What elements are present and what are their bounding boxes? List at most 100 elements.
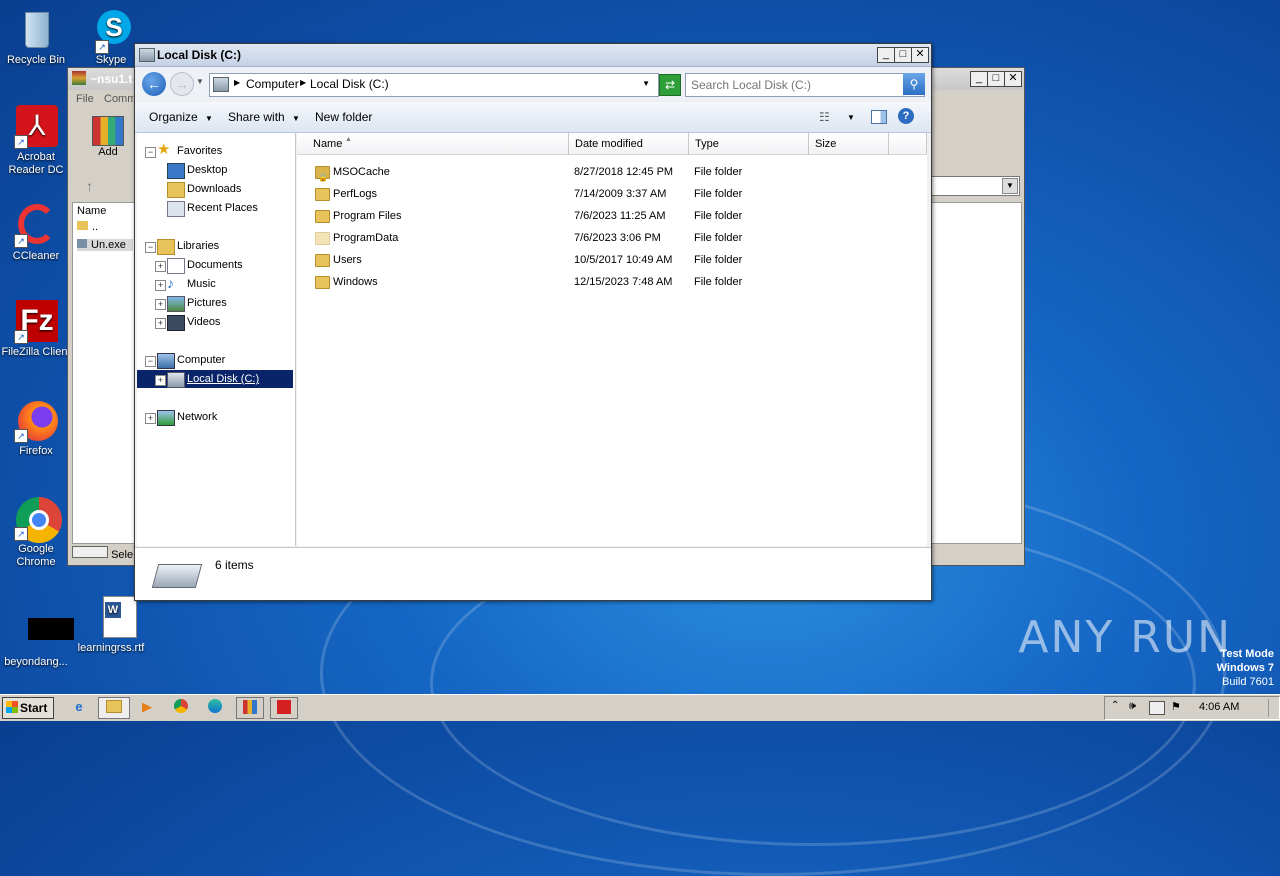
winrar-up-arrow-icon[interactable]: ↑ xyxy=(86,178,93,194)
help-icon[interactable]: ? xyxy=(898,108,914,124)
breadcrumb-arrow-icon[interactable]: ▶ xyxy=(234,78,240,87)
winrar-address-dropdown[interactable]: ▼ xyxy=(930,176,1020,196)
file-row[interactable]: Program Files 7/6/2023 11:25 AM File fol… xyxy=(297,205,927,227)
nav-recent-places[interactable]: Recent Places xyxy=(187,199,258,217)
videos-expand-icon[interactable]: + xyxy=(155,318,166,329)
breadcrumb-arrow-icon[interactable]: ▶ xyxy=(300,78,306,87)
start-button[interactable]: Start xyxy=(2,697,54,719)
breadcrumb-local-disk[interactable]: Local Disk (C:) xyxy=(310,77,389,91)
desktop-icon-recycle-bin[interactable]: Recycle Bin xyxy=(0,8,74,67)
details-pane: 6 items xyxy=(135,547,931,600)
search-box[interactable]: ⚲ xyxy=(685,73,925,97)
file-row[interactable]: 🔒 MSOCache 8/27/2018 12:45 PM File folde… xyxy=(297,161,927,183)
recent-pages-dropdown[interactable]: ▼ xyxy=(196,77,204,86)
nav-pictures[interactable]: Pictures xyxy=(187,294,227,312)
desktop-icon-ccleaner[interactable]: ↗ CCleaner xyxy=(0,204,74,263)
column-header-date[interactable]: Date modified xyxy=(569,133,689,155)
nav-libraries[interactable]: Libraries xyxy=(177,237,219,255)
file-row[interactable]: Windows 12/15/2023 7:48 AM File folder xyxy=(297,271,927,293)
folder-icon xyxy=(315,254,330,267)
nav-local-disk[interactable]: Local Disk (C:) xyxy=(187,370,259,388)
refresh-button[interactable]: ⇄ xyxy=(659,74,681,96)
column-header-size[interactable]: Size xyxy=(809,133,889,155)
edge-icon[interactable] xyxy=(204,697,226,717)
explorer-folder-icon[interactable] xyxy=(98,697,130,719)
breadcrumb-computer[interactable]: Computer xyxy=(246,77,299,91)
taskbar: Start e ▶ ⌃ 🕪 ⚑ 4:06 AM xyxy=(0,694,1280,721)
media-player-icon[interactable]: ▶ xyxy=(136,697,158,717)
music-expand-icon[interactable]: + xyxy=(155,280,166,291)
column-header-name[interactable]: Name ▲ xyxy=(297,133,569,155)
share-with-menu[interactable]: Share with ▼ xyxy=(228,110,300,124)
internet-explorer-icon[interactable]: e xyxy=(68,697,90,717)
column-header-empty[interactable] xyxy=(889,133,927,155)
explorer-window[interactable]: Local Disk (C:) _ □ ✕ ← → ▼ ▶ Computer ▶… xyxy=(134,43,932,601)
winrar-minimize-button[interactable]: _ xyxy=(970,71,988,87)
folder-icon xyxy=(315,188,330,201)
desktop-icon-chrome[interactable]: ↗ Google Chrome xyxy=(0,497,74,569)
black-thumbnail-icon xyxy=(14,610,74,654)
desktop-icon-filezilla[interactable]: Fz ↗ FileZilla Client xyxy=(0,300,74,359)
file-list[interactable]: Name ▲ Date modified Type Size 🔒 MSOCach… xyxy=(297,133,927,546)
address-dropdown-icon[interactable]: ▼ xyxy=(642,79,650,88)
desktop-icon-beyondang[interactable]: beyondang... xyxy=(0,610,74,669)
column-header-type[interactable]: Type xyxy=(689,133,809,155)
nav-documents[interactable]: Documents xyxy=(187,256,243,274)
winrar-row-up[interactable]: .. xyxy=(77,221,98,233)
documents-expand-icon[interactable]: + xyxy=(155,261,166,272)
winrar-maximize-button[interactable]: □ xyxy=(987,71,1005,87)
search-icon[interactable]: ⚲ xyxy=(903,73,925,95)
close-button[interactable]: ✕ xyxy=(911,47,929,63)
computer-collapse-icon[interactable]: − xyxy=(145,356,156,367)
forward-button[interactable]: → xyxy=(170,72,194,96)
favorites-collapse-icon[interactable]: − xyxy=(145,147,156,158)
local-disk-expand-icon[interactable]: + xyxy=(155,375,166,386)
winrar-menu-file[interactable]: File xyxy=(76,93,94,105)
preview-pane-icon[interactable] xyxy=(871,110,887,124)
back-button[interactable]: ← xyxy=(142,72,166,96)
clock[interactable]: 4:06 AM xyxy=(1199,701,1239,713)
winrar-col-name[interactable]: Name xyxy=(77,205,106,217)
organize-menu[interactable]: Organize ▼ xyxy=(149,110,213,124)
view-dropdown-icon[interactable]: ▼ xyxy=(847,113,855,122)
music-icon: ♪ xyxy=(167,275,174,291)
chrome-taskbar-icon[interactable] xyxy=(170,697,192,717)
search-input[interactable] xyxy=(689,76,903,94)
red-app-icon[interactable] xyxy=(270,697,298,719)
new-folder-button[interactable]: New folder xyxy=(315,110,372,124)
command-bar: Organize ▼ Share with ▼ New folder ☷ ▼ ? xyxy=(135,102,931,133)
nav-desktop[interactable]: Desktop xyxy=(187,161,227,179)
winrar-close-button[interactable]: ✕ xyxy=(1004,71,1022,87)
volume-icon[interactable]: 🕪 xyxy=(1129,700,1136,713)
nav-videos[interactable]: Videos xyxy=(187,313,220,331)
network-tray-icon[interactable] xyxy=(1149,701,1165,715)
file-row[interactable]: ProgramData 7/6/2023 3:06 PM File folder xyxy=(297,227,927,249)
winrar-add-button[interactable]: Add xyxy=(88,116,128,164)
explorer-titlebar[interactable]: Local Disk (C:) _ □ ✕ xyxy=(135,44,931,67)
winrar-taskbar-icon[interactable] xyxy=(236,697,264,719)
nav-network[interactable]: Network xyxy=(177,408,217,426)
desktop-icon-firefox[interactable]: ↗ Firefox xyxy=(0,399,74,458)
show-desktop-button[interactable] xyxy=(1268,699,1277,717)
tray-expand-icon[interactable]: ⌃ xyxy=(1111,700,1119,711)
file-row[interactable]: PerfLogs 7/14/2009 3:37 AM File folder xyxy=(297,183,927,205)
libraries-collapse-icon[interactable]: − xyxy=(145,242,156,253)
minimize-button[interactable]: _ xyxy=(877,47,895,63)
nav-computer[interactable]: Computer xyxy=(177,351,225,369)
address-bar[interactable]: ▶ Computer ▶ Local Disk (C:) ▼ xyxy=(209,73,659,97)
network-expand-icon[interactable]: + xyxy=(145,413,156,424)
pictures-expand-icon[interactable]: + xyxy=(155,299,166,310)
desktop-icon-learningrss[interactable]: W learningrss.rtf xyxy=(73,596,149,655)
nav-downloads[interactable]: Downloads xyxy=(187,180,241,198)
nav-favorites[interactable]: Favorites xyxy=(177,142,222,160)
file-row[interactable]: Users 10/5/2017 10:49 AM File folder xyxy=(297,249,927,271)
action-center-flag-icon[interactable]: ⚑ xyxy=(1171,700,1181,713)
maximize-button[interactable]: □ xyxy=(894,47,912,63)
view-options-icon[interactable]: ☷ xyxy=(819,110,830,124)
winrar-menu-commands[interactable]: Comm xyxy=(104,93,136,105)
desktop-icon-acrobat[interactable]: ⅄ ↗ Acrobat Reader DC xyxy=(0,105,74,177)
pictures-icon xyxy=(167,296,185,312)
navigation-pane[interactable]: − ★ Favorites Desktop Downloads Recent P… xyxy=(137,133,296,546)
nav-music[interactable]: Music xyxy=(187,275,216,293)
winrar-row-file[interactable]: Un.exe xyxy=(77,239,133,251)
